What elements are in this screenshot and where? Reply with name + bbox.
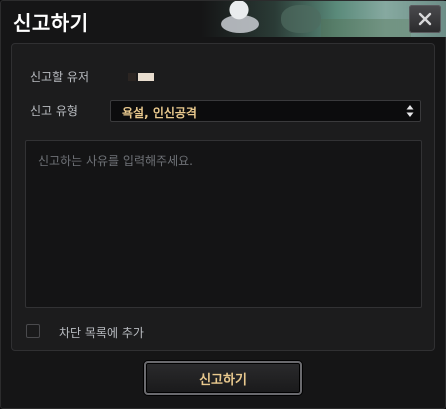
submit-report-button[interactable]: 신고하기 xyxy=(144,361,302,395)
report-form-panel: 신고할 유저 신고 유형 욕설, 인신공격 신고하는 사유를 입력해주세요. 차… xyxy=(11,43,435,351)
report-reason-placeholder: 신고하는 사유를 입력해주세요. xyxy=(38,154,193,168)
report-type-select[interactable]: 욕설, 인신공격 xyxy=(110,100,421,122)
dialog-title: 신고하기 xyxy=(13,11,89,35)
report-dialog: 신고하기 신고할 유저 신고 유형 욕설, 인신공격 신고하는 사유를 입력해주… xyxy=(0,0,446,409)
reported-user-name xyxy=(128,72,154,82)
updown-arrows-icon xyxy=(406,105,414,117)
report-type-selected: 욕설, 인신공격 xyxy=(122,106,197,120)
close-button[interactable] xyxy=(409,5,441,33)
submit-report-label: 신고하기 xyxy=(199,372,247,388)
close-icon xyxy=(418,12,432,26)
block-list-checkbox[interactable] xyxy=(26,324,40,338)
reported-user-label: 신고할 유저 xyxy=(30,70,90,84)
report-type-label: 신고 유형 xyxy=(30,104,78,118)
report-reason-textarea[interactable]: 신고하는 사유를 입력해주세요. xyxy=(25,140,422,308)
block-list-label[interactable]: 차단 목록에 추가 xyxy=(59,324,144,341)
